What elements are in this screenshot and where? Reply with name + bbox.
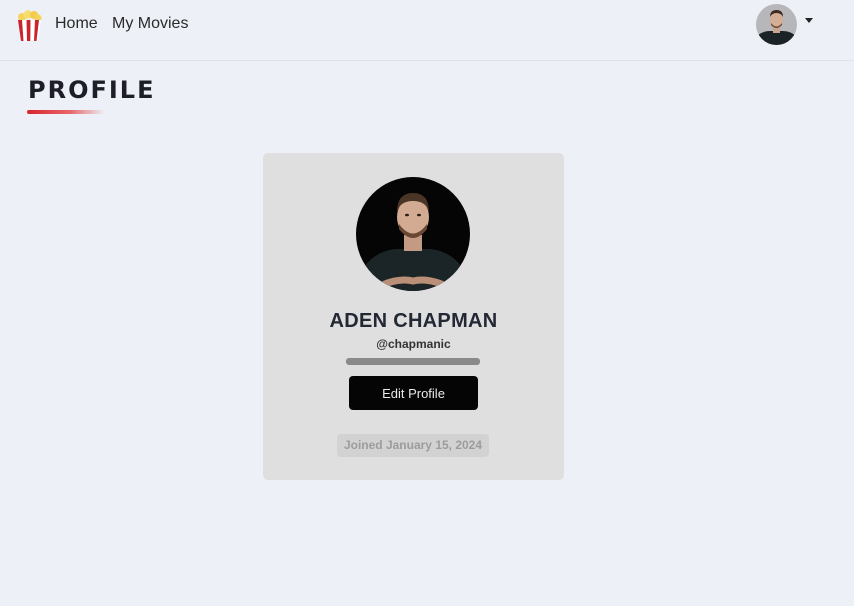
caret-down-icon[interactable] — [805, 18, 813, 23]
page-title: PROFILE — [28, 76, 156, 104]
profile-photo — [356, 177, 470, 291]
nav-link-my-movies[interactable]: My Movies — [112, 15, 188, 33]
top-navbar: Home My Movies — [0, 0, 854, 61]
nav-link-home[interactable]: Home — [55, 15, 98, 33]
popcorn-icon[interactable] — [16, 10, 43, 41]
profile-card: ADEN CHAPMAN @chapmanic Edit Profile Joi… — [263, 153, 564, 480]
user-avatar[interactable] — [756, 4, 797, 45]
joined-date-badge: Joined January 15, 2024 — [337, 434, 489, 457]
title-underline — [27, 110, 105, 114]
edit-profile-button[interactable]: Edit Profile — [349, 376, 478, 410]
redacted-text — [346, 358, 480, 365]
profile-name: ADEN CHAPMAN — [329, 310, 498, 332]
profile-handle: @chapmanic — [376, 337, 451, 351]
